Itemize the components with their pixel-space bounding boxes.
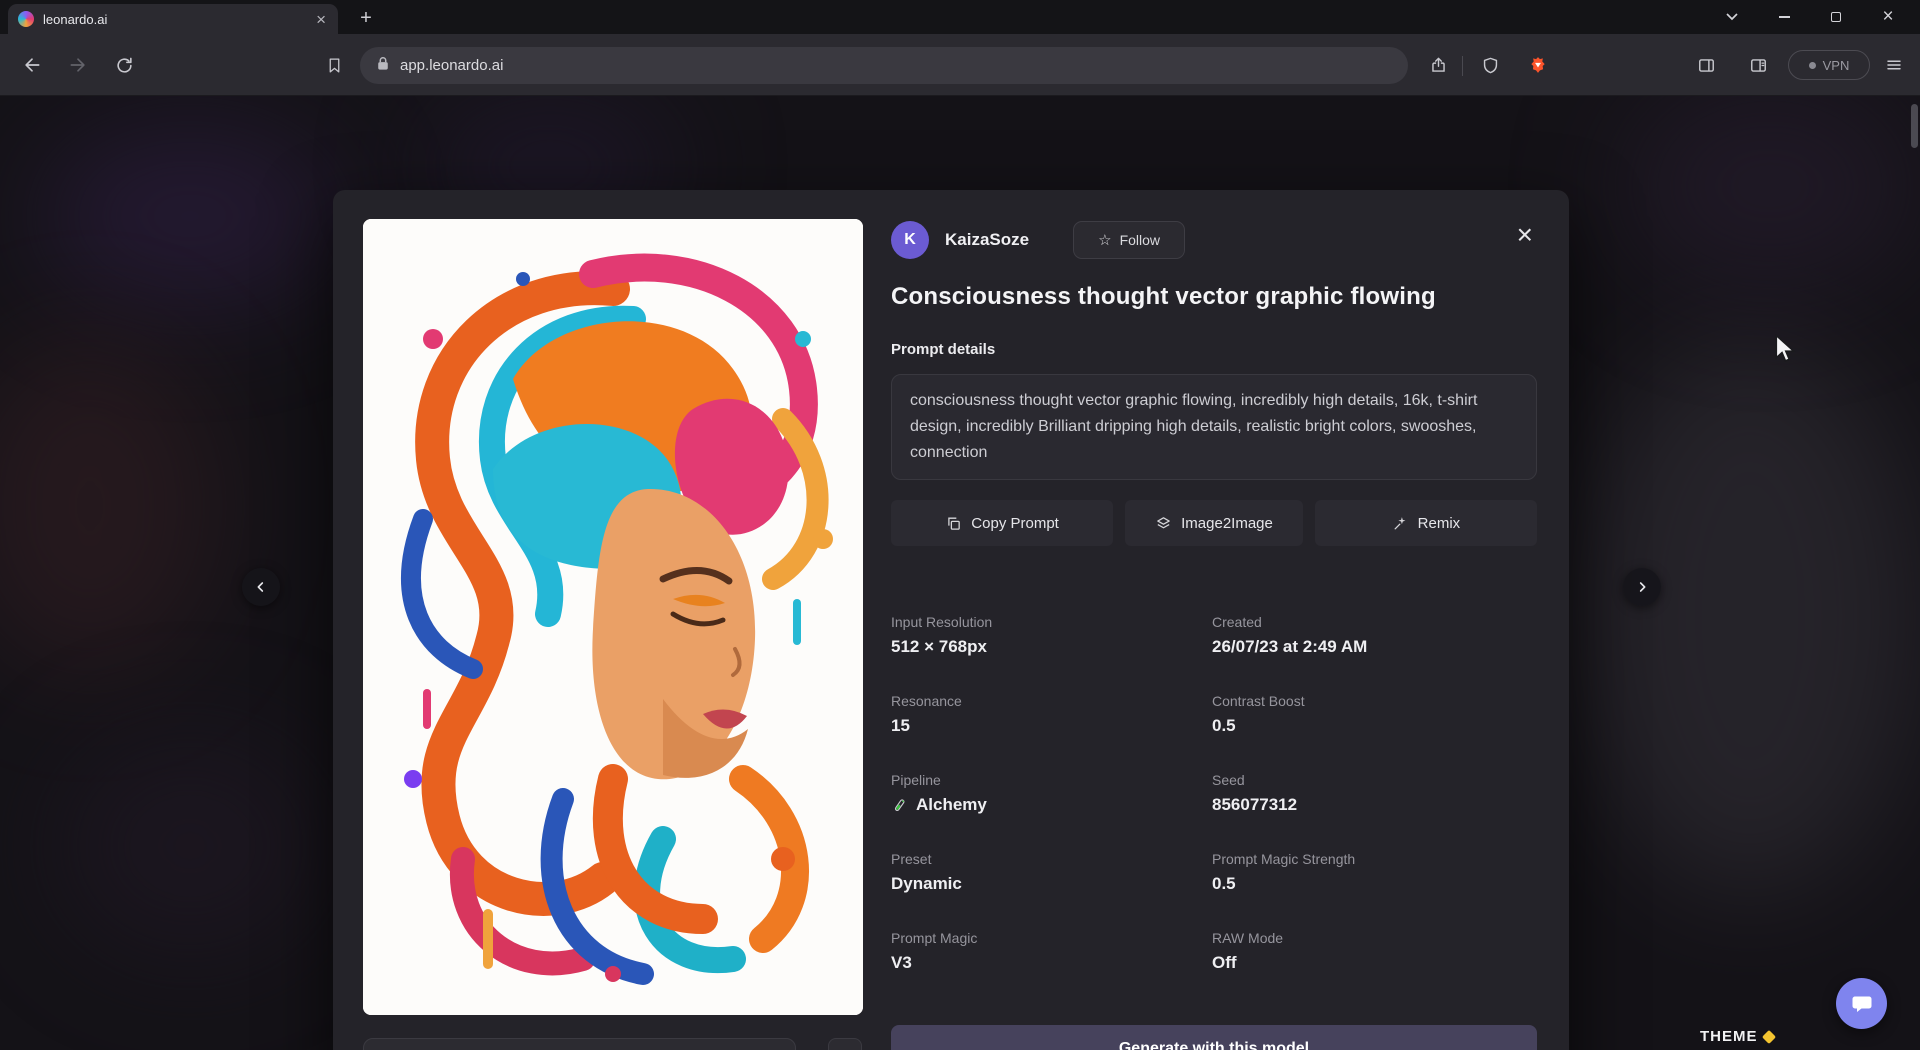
reload-button[interactable] xyxy=(106,47,142,83)
menu-icon[interactable] xyxy=(1876,47,1912,83)
lock-icon xyxy=(376,56,390,76)
detail-contrast-boost: Contrast Boost 0.5 xyxy=(1212,693,1537,736)
test-tube-icon xyxy=(891,797,908,814)
url-text: app.leonardo.ai xyxy=(400,57,503,74)
generate-with-model-button[interactable]: Generate with this model xyxy=(891,1025,1537,1050)
modal-close-icon[interactable]: × xyxy=(1517,221,1533,249)
detail-prompt-magic-strength: Prompt Magic Strength 0.5 xyxy=(1212,851,1537,894)
generated-artwork xyxy=(363,219,863,1015)
watermark-text: THEME xyxy=(1700,1028,1758,1045)
vpn-label: VPN xyxy=(1823,58,1850,73)
detail-resonance: Resonance 15 xyxy=(891,693,1212,736)
window-close-button[interactable]: × xyxy=(1862,0,1914,34)
leonardo-favicon-icon xyxy=(18,11,34,27)
back-button[interactable] xyxy=(14,47,50,83)
prompt-actions: Copy Prompt Image2Image Remix xyxy=(891,500,1537,546)
detail-seed: Seed 856077312 xyxy=(1212,772,1537,815)
browser-window: leonardo.ai × + × a xyxy=(0,0,1920,1050)
detail-panel: K KaizaSoze ☆ Follow × Consciousness tho… xyxy=(891,219,1537,973)
detail-created: Created 26/07/23 at 2:49 AM xyxy=(1212,614,1537,657)
image2image-button[interactable]: Image2Image xyxy=(1125,500,1303,546)
next-image-button[interactable] xyxy=(1623,568,1661,606)
background-blob xyxy=(1620,96,1920,296)
previous-image-button[interactable] xyxy=(242,568,280,606)
background-blob xyxy=(0,336,220,676)
vpn-status-dot xyxy=(1809,62,1816,69)
maximize-button[interactable] xyxy=(1810,0,1862,34)
tab-title: leonardo.ai xyxy=(43,12,305,27)
copy-prompt-label: Copy Prompt xyxy=(971,515,1059,532)
sidebar-panel-icon[interactable] xyxy=(1688,47,1724,83)
bookmark-icon[interactable] xyxy=(316,47,352,83)
copy-icon xyxy=(945,515,962,532)
page-content: K KaizaSoze ☆ Follow × Consciousness tho… xyxy=(0,96,1920,1050)
remix-wand-icon xyxy=(1392,515,1409,532)
reading-list-icon[interactable] xyxy=(1740,47,1776,83)
address-bar[interactable]: app.leonardo.ai xyxy=(360,47,1408,84)
window-controls: × xyxy=(1706,0,1914,34)
image2image-label: Image2Image xyxy=(1181,515,1273,532)
tab-close-icon[interactable]: × xyxy=(314,11,328,28)
chevron-right-icon xyxy=(1634,579,1650,595)
author-name[interactable]: KaizaSoze xyxy=(945,230,1029,250)
prompt-details-heading: Prompt details xyxy=(891,341,1537,358)
layers-icon xyxy=(1155,515,1172,532)
copy-prompt-button[interactable]: Copy Prompt xyxy=(891,500,1113,546)
background-blob xyxy=(1580,336,1920,896)
chat-icon xyxy=(1850,992,1874,1016)
watermark: THEME xyxy=(1700,1028,1774,1045)
toolbar-separator xyxy=(1462,56,1463,76)
prompt-text-box[interactable]: consciousness thought vector graphic flo… xyxy=(891,374,1537,480)
minimize-button[interactable] xyxy=(1758,0,1810,34)
chevron-left-icon xyxy=(253,579,269,595)
follow-label: Follow xyxy=(1120,232,1160,248)
browser-tab[interactable]: leonardo.ai × xyxy=(8,4,338,34)
vpn-button[interactable]: VPN xyxy=(1788,50,1870,80)
star-icon: ☆ xyxy=(1098,231,1111,249)
support-chat-button[interactable] xyxy=(1836,978,1887,1029)
spark-icon xyxy=(1761,1029,1775,1043)
image-detail-modal: K KaizaSoze ☆ Follow × Consciousness tho… xyxy=(333,190,1569,1050)
generation-thumbnail-strip[interactable] xyxy=(363,1038,796,1050)
new-tab-button[interactable]: + xyxy=(352,4,380,32)
remix-label: Remix xyxy=(1418,515,1461,532)
brave-rewards-icon[interactable] xyxy=(1520,47,1556,83)
share-icon[interactable] xyxy=(1420,47,1456,83)
background-blob xyxy=(40,126,340,306)
follow-button[interactable]: ☆ Follow xyxy=(1073,221,1185,259)
scrollbar-thumb[interactable] xyxy=(1911,104,1918,148)
background-blob xyxy=(60,736,320,956)
generation-title: Consciousness thought vector graphic flo… xyxy=(891,283,1537,311)
tab-search-icon[interactable] xyxy=(1706,0,1758,34)
detail-raw-mode: RAW Mode Off xyxy=(1212,930,1537,973)
prompt-metadata-grid: Input Resolution 512 × 768px Created 26/… xyxy=(891,614,1537,973)
browser-toolbar: app.leonardo.ai VPN xyxy=(0,34,1920,96)
forward-button[interactable] xyxy=(60,47,96,83)
detail-prompt-magic: Prompt Magic V3 xyxy=(891,930,1212,973)
avatar[interactable]: K xyxy=(891,221,929,259)
detail-pipeline: Pipeline Alchemy xyxy=(891,772,1212,815)
generation-thumbnail[interactable] xyxy=(828,1038,862,1050)
tab-bar: leonardo.ai × + × xyxy=(0,0,1920,34)
pipeline-value: Alchemy xyxy=(916,795,987,815)
detail-input-resolution: Input Resolution 512 × 768px xyxy=(891,614,1212,657)
brave-shield-icon[interactable] xyxy=(1472,47,1508,83)
remix-button[interactable]: Remix xyxy=(1315,500,1537,546)
author-row: K KaizaSoze ☆ Follow × xyxy=(891,219,1537,261)
detail-preset: Preset Dynamic xyxy=(891,851,1212,894)
